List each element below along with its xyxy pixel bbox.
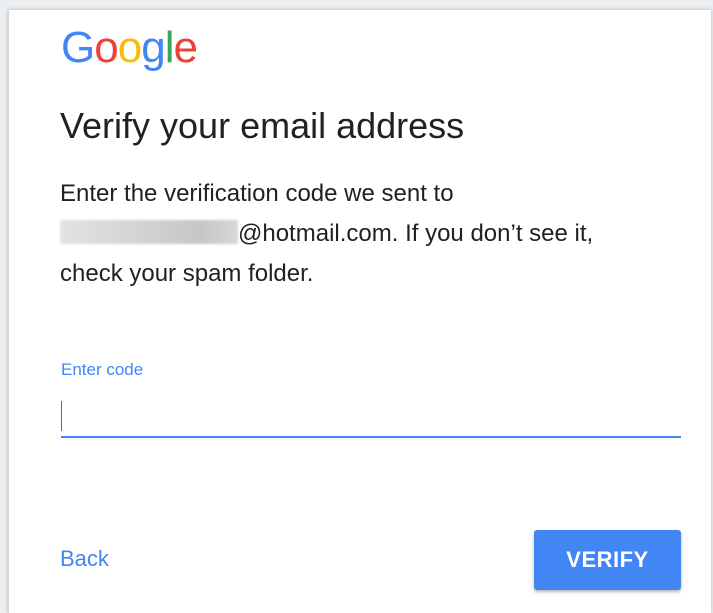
code-field-label: Enter code: [61, 360, 144, 379]
logo-letter: l: [164, 23, 175, 72]
instructions-text: Enter the verification code we sent to @…: [60, 174, 670, 294]
google-logo: Google: [61, 23, 198, 72]
instructions-line-1: Enter the verification code we sent to: [60, 180, 454, 207]
logo-letter: e: [173, 23, 198, 72]
text-cursor: [61, 401, 62, 431]
email-domain-text: @hotmail.com. If you don’t see it,: [238, 220, 594, 247]
redacted-email-username: [60, 220, 238, 244]
logo-letter: o: [94, 23, 119, 72]
verify-button[interactable]: VERIFY: [534, 530, 681, 590]
logo-letter: g: [141, 23, 166, 72]
logo-letter: o: [117, 23, 143, 72]
instructions-line-3: check your spam folder.: [60, 260, 314, 287]
page-title: Verify your email address: [60, 105, 465, 146]
back-link[interactable]: Back: [60, 546, 109, 572]
logo-letter: G: [61, 23, 95, 72]
code-input[interactable]: [61, 396, 681, 438]
verification-card: Google Verify your email address Enter t…: [8, 10, 711, 613]
